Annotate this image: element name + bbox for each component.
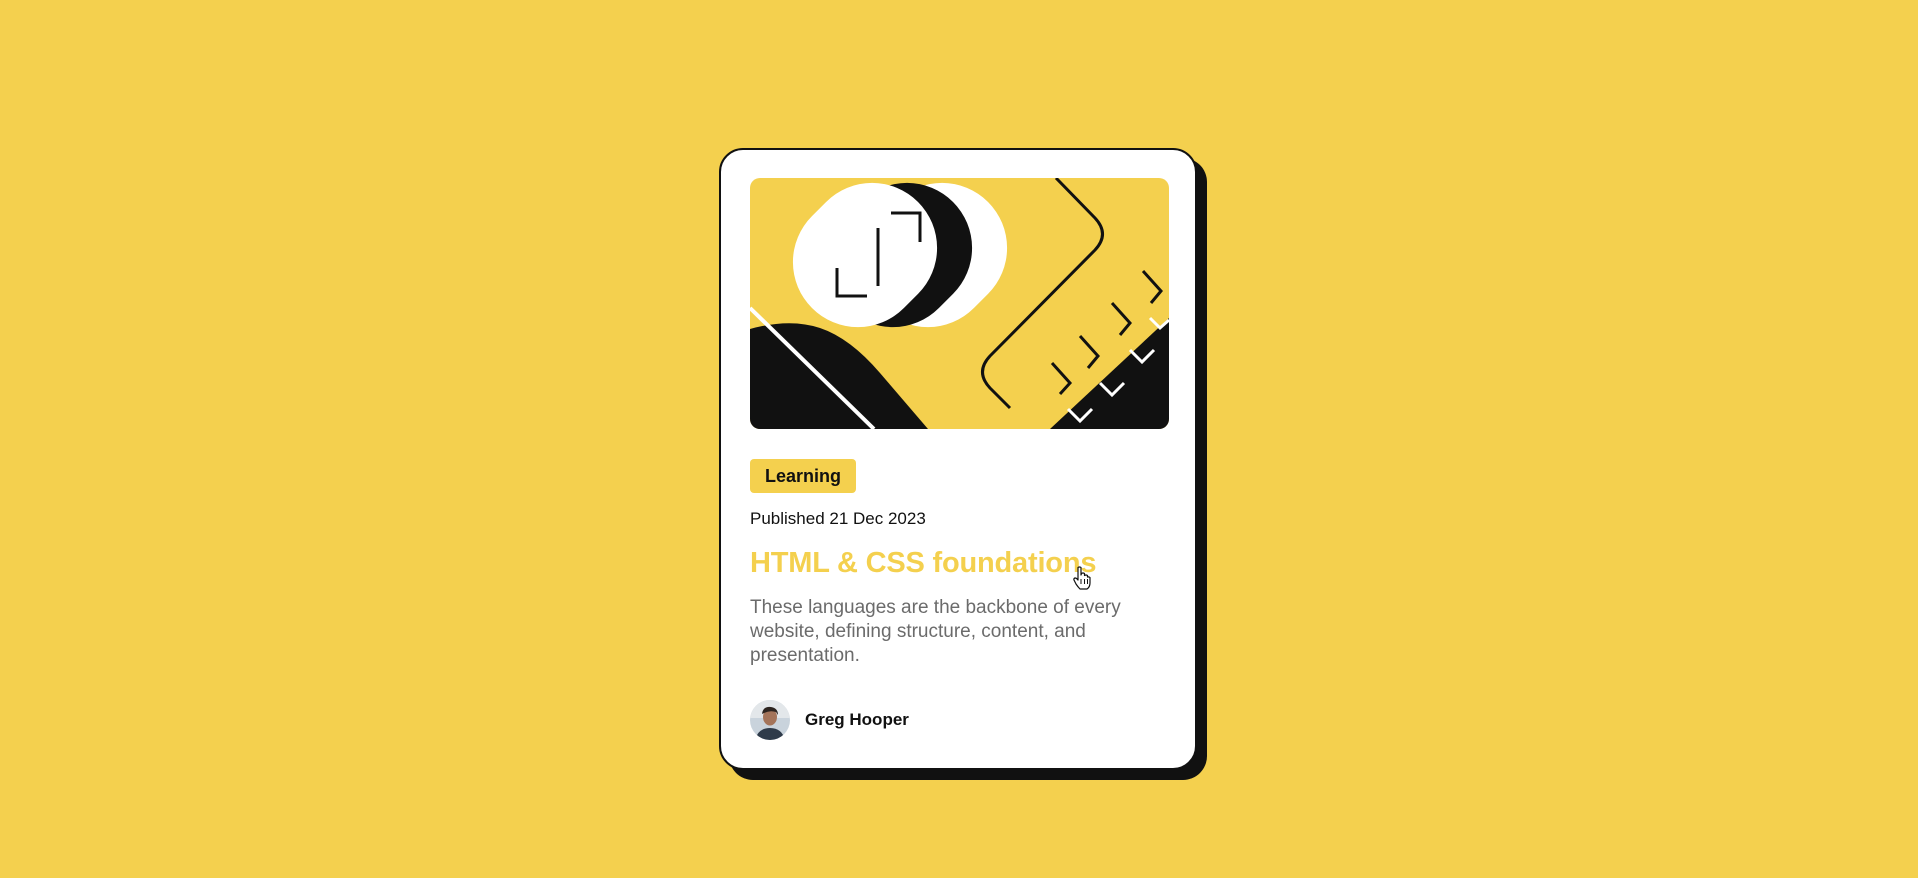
avatar bbox=[750, 700, 790, 740]
author: Greg Hooper bbox=[750, 700, 1167, 740]
blog-preview-card: Learning Published 21 Dec 2023 HTML & CS… bbox=[719, 148, 1197, 770]
article-title-link[interactable]: HTML & CSS foundations bbox=[750, 547, 1096, 580]
article-description: These languages are the backbone of ever… bbox=[750, 597, 1121, 666]
hero-illustration bbox=[750, 178, 1169, 429]
category-tag: Learning bbox=[750, 459, 857, 493]
author-name: Greg Hooper bbox=[805, 710, 909, 729]
published-date: Published 21 Dec 2023 bbox=[750, 509, 926, 528]
